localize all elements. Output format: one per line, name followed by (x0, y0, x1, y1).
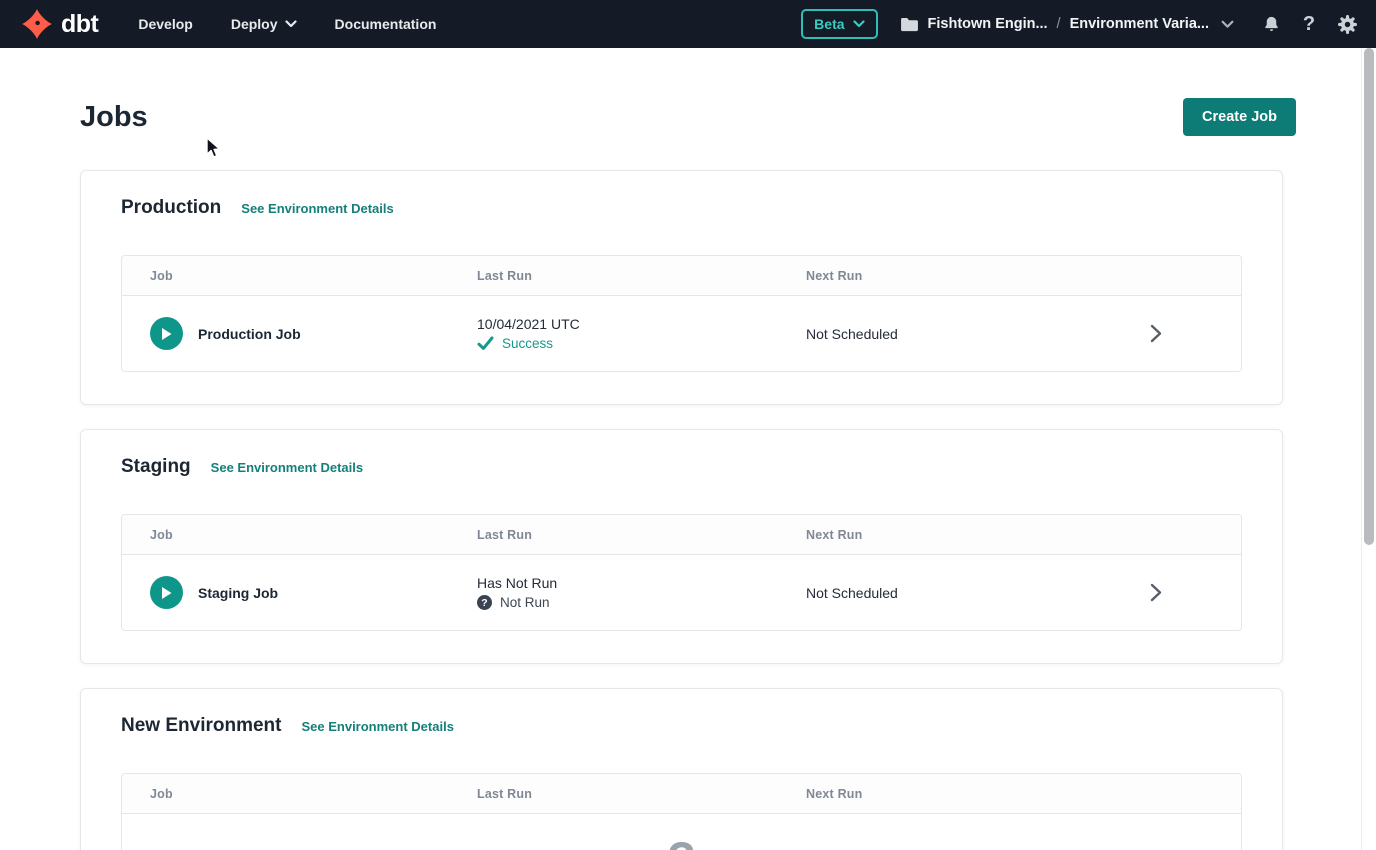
row-chevron[interactable] (1111, 324, 1201, 343)
dbt-logo-icon (20, 7, 54, 41)
column-header-next-run: Next Run (806, 787, 1111, 801)
environment-header: Production See Environment Details (121, 197, 1242, 219)
environment-card-staging: Staging See Environment Details Job Last… (80, 429, 1283, 664)
create-job-button[interactable]: Create Job (1183, 98, 1296, 136)
next-run-cell: Not Scheduled (806, 326, 1111, 342)
see-environment-details-link[interactable]: See Environment Details (301, 719, 453, 734)
vertical-scrollbar-thumb[interactable] (1364, 48, 1374, 545)
status-text: Not Run (500, 595, 550, 610)
last-run-cell: Has Not Run ? Not Run (477, 575, 806, 610)
last-run-cell: 10/04/2021 UTC Success (477, 316, 806, 351)
nav-item-develop[interactable]: Develop (138, 16, 192, 32)
dbt-logo[interactable]: dbt (20, 7, 98, 41)
notifications-bell-icon[interactable] (1260, 13, 1282, 35)
nav-item-deploy-label: Deploy (231, 16, 278, 32)
nav-item-develop-label: Develop (138, 16, 192, 32)
column-header-last-run: Last Run (477, 528, 806, 542)
settings-gear-icon[interactable] (1336, 13, 1358, 35)
job-cell: Production Job (150, 317, 477, 350)
environment-name: Production (121, 197, 221, 219)
last-run-status: Success (477, 336, 806, 351)
environment-header: Staging See Environment Details (121, 456, 1242, 478)
table-row[interactable]: Production Job 10/04/2021 UTC Success No… (122, 296, 1241, 371)
last-run-status: ? Not Run (477, 595, 806, 610)
beta-dropdown[interactable]: Beta (801, 9, 877, 39)
environment-card-production: Production See Environment Details Job L… (80, 170, 1283, 405)
table-header-row: Job Last Run Next Run (122, 256, 1241, 296)
status-text: Success (502, 336, 553, 351)
job-name[interactable]: Staging Job (198, 585, 278, 601)
table-header-row: Job Last Run Next Run (122, 515, 1241, 555)
column-header-job: Job (150, 787, 477, 801)
last-run-date: Has Not Run (477, 575, 806, 591)
column-header-next-run: Next Run (806, 528, 1111, 542)
run-job-play-button[interactable] (150, 576, 183, 609)
environment-header: New Environment See Environment Details (121, 715, 1242, 737)
nav-item-documentation[interactable]: Documentation (335, 16, 437, 32)
nav-menu: Develop Deploy Documentation (138, 16, 436, 32)
play-icon (160, 327, 173, 341)
next-run-cell: Not Scheduled (806, 585, 1111, 601)
page-header: Jobs Create Job (80, 98, 1296, 136)
jobs-page: Jobs Create Job Production See Environme… (0, 98, 1376, 850)
breadcrumb-page[interactable]: Environment Varia... (1070, 16, 1209, 32)
see-environment-details-link[interactable]: See Environment Details (241, 201, 393, 216)
jobs-table: Job Last Run Next Run ? (121, 773, 1242, 850)
check-icon (477, 336, 494, 351)
column-header-last-run: Last Run (477, 269, 806, 283)
nav-item-documentation-label: Documentation (335, 16, 437, 32)
table-header-row: Job Last Run Next Run (122, 774, 1241, 814)
help-icon[interactable]: ? (1298, 13, 1320, 35)
chevron-down-icon (1221, 20, 1234, 29)
jobs-table: Job Last Run Next Run Staging Job Has No… (121, 514, 1242, 631)
job-cell: Staging Job (150, 576, 477, 609)
chevron-right-icon (1150, 324, 1162, 343)
see-environment-details-link[interactable]: See Environment Details (211, 460, 363, 475)
environment-card-new-environment: New Environment See Environment Details … (80, 688, 1283, 850)
breadcrumb-project[interactable]: Fishtown Engin... (928, 16, 1048, 32)
chevron-down-icon (853, 20, 865, 28)
help-icon-glyph: ? (1303, 13, 1315, 36)
run-job-play-button[interactable] (150, 317, 183, 350)
project-breadcrumb[interactable]: Fishtown Engin... / Environment Varia... (900, 16, 1234, 32)
nav-item-deploy[interactable]: Deploy (231, 16, 297, 32)
column-header-last-run: Last Run (477, 787, 806, 801)
folder-icon (900, 17, 919, 32)
question-circle-icon: ? (477, 595, 492, 610)
beta-label: Beta (814, 16, 844, 32)
breadcrumb-separator: / (1057, 16, 1061, 32)
chevron-right-icon (1150, 583, 1162, 602)
top-navigation: dbt Develop Deploy Documentation Beta Fi… (0, 0, 1376, 48)
play-icon (160, 586, 173, 600)
job-name[interactable]: Production Job (198, 326, 301, 342)
vertical-scrollbar-track[interactable] (1361, 48, 1376, 850)
table-row[interactable]: Staging Job Has Not Run ? Not Run Not Sc… (122, 555, 1241, 630)
chevron-down-icon (285, 20, 297, 28)
environment-name: New Environment (121, 715, 281, 737)
nav-icon-group: ? (1260, 13, 1358, 35)
column-header-next-run: Next Run (806, 269, 1111, 283)
empty-state-row: ? (122, 814, 1241, 850)
last-run-date: 10/04/2021 UTC (477, 316, 806, 332)
row-chevron[interactable] (1111, 583, 1201, 602)
question-icon: ? (667, 835, 696, 850)
dbt-logo-text: dbt (61, 10, 98, 39)
nav-right-group: Beta Fishtown Engin... / Environment Var… (801, 9, 1358, 39)
column-header-job: Job (150, 528, 477, 542)
environment-name: Staging (121, 456, 191, 478)
jobs-table: Job Last Run Next Run Production Job 10/… (121, 255, 1242, 372)
page-title: Jobs (80, 101, 148, 134)
column-header-job: Job (150, 269, 477, 283)
